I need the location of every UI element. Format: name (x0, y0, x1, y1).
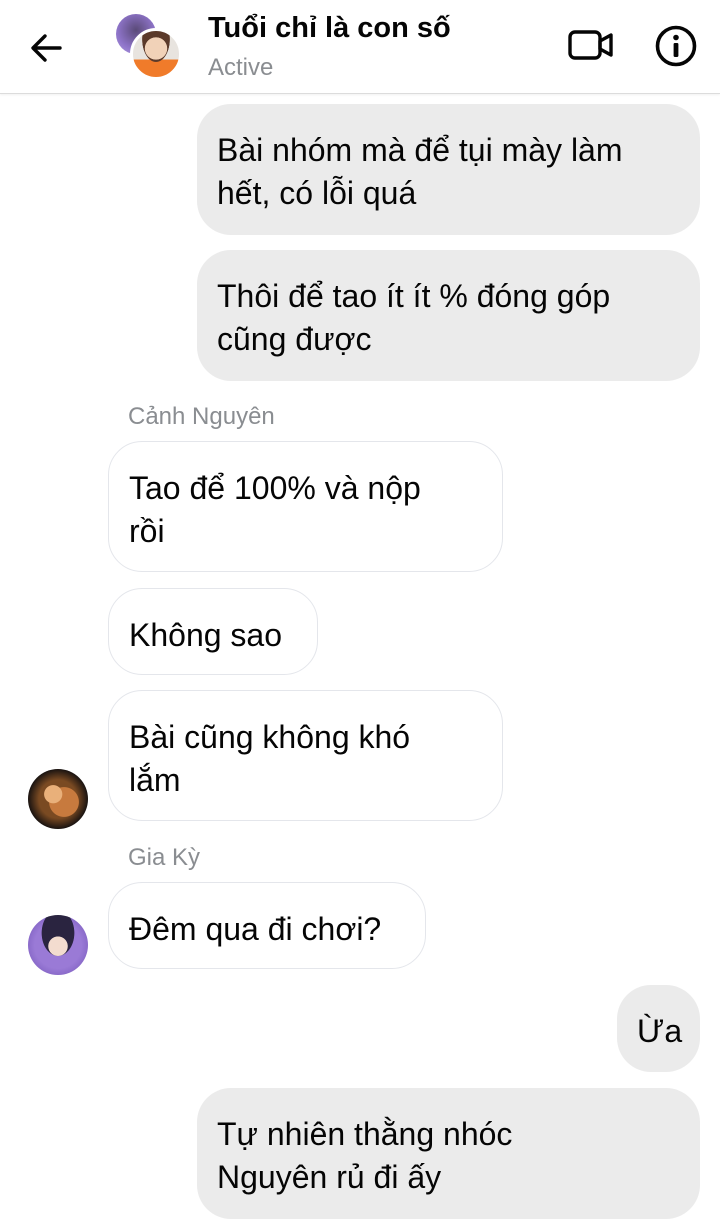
info-button[interactable] (652, 22, 700, 70)
message-bubble-incoming[interactable]: Bài cũng không khó lắm (108, 690, 503, 821)
info-icon (655, 25, 697, 67)
message-bubble-outgoing[interactable]: Bài nhóm mà để tụi mày làm hết, có lỗi q… (197, 104, 700, 235)
video-camera-icon (568, 30, 613, 60)
back-button[interactable] (22, 24, 70, 72)
sender-avatar[interactable] (28, 915, 88, 975)
message-line: hết, có lỗi quá (217, 175, 417, 211)
active-status: Active (208, 54, 274, 81)
sender-avatar[interactable] (28, 769, 88, 829)
chat-title[interactable]: Tuổi chỉ là con số (208, 12, 451, 45)
chat-screen: Tuổi chỉ là con số Active Bài nhóm mà để… (0, 0, 720, 1225)
arrow-left-icon (31, 34, 62, 62)
message-line: Không sao (129, 617, 283, 653)
message-line: Bài nhóm mà để tụi mày làm (217, 132, 623, 168)
message-line: lắm (129, 762, 181, 798)
message-bubble-incoming[interactable]: Không sao (108, 588, 318, 675)
message-line: rồi (129, 513, 165, 549)
video-call-button[interactable] (566, 24, 616, 66)
message-line: Tao để 100% và nộp (129, 470, 421, 506)
group-avatar[interactable] (116, 14, 182, 80)
message-bubble-outgoing[interactable]: Tự nhiên thằng nhóc Nguyên rủ đi ấy (197, 1088, 700, 1219)
message-line: Ừa (637, 1013, 683, 1049)
message-bubble-outgoing[interactable]: Thôi để tao ít ít % đóng góp cũng được (197, 250, 700, 381)
message-bubble-incoming[interactable]: Đêm qua đi chơi? (108, 882, 426, 969)
message-line: Nguyên rủ đi ấy (217, 1159, 442, 1195)
message-line: Đêm qua đi chơi? (129, 911, 382, 947)
sender-name: Cảnh Nguyên (128, 403, 275, 430)
message-bubble-outgoing[interactable]: Ừa (617, 985, 700, 1072)
chat-header: Tuổi chỉ là con số Active (0, 0, 720, 94)
message-line: Tự nhiên thằng nhóc (217, 1116, 513, 1152)
message-line: Thôi để tao ít ít % đóng góp (217, 278, 611, 314)
member-avatar-front (130, 28, 182, 80)
sender-name: Gia Kỳ (128, 844, 201, 871)
message-line: cũng được (217, 321, 372, 357)
message-bubble-incoming[interactable]: Tao để 100% và nộp rồi (108, 441, 503, 572)
message-line: Bài cũng không khó (129, 719, 411, 755)
